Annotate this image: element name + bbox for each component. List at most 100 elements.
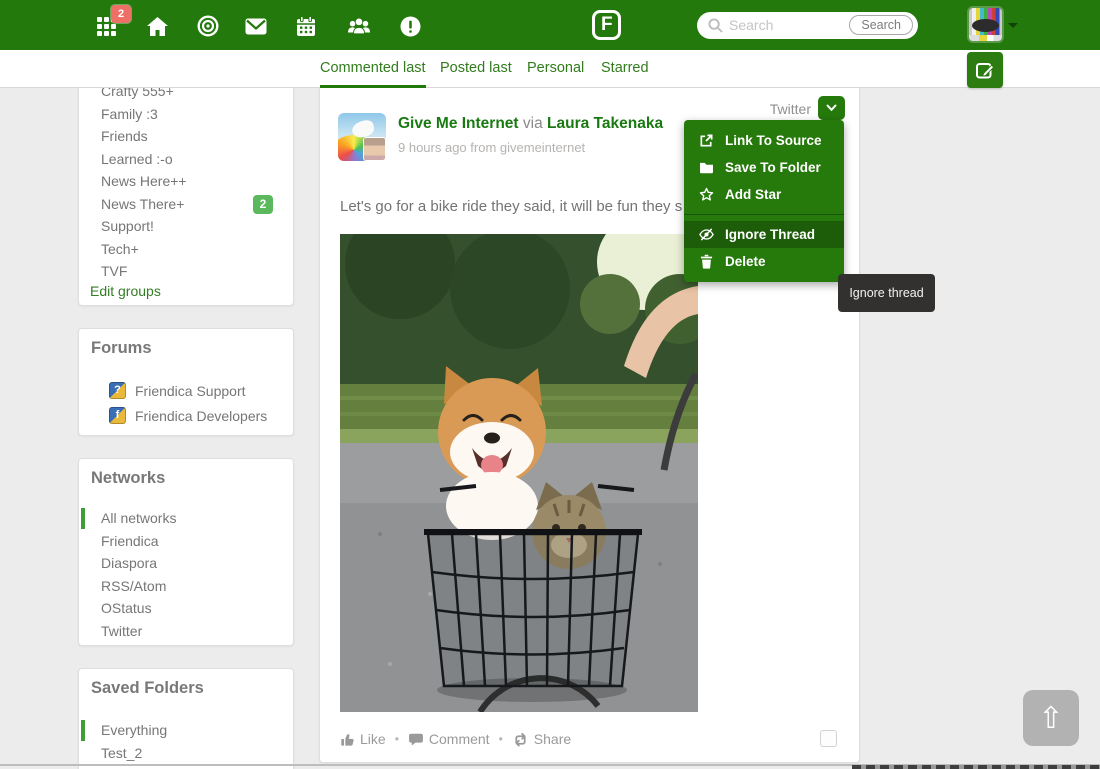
user-menu-caret-icon[interactable]: [1008, 23, 1018, 28]
scroll-to-top-button[interactable]: ⇧: [1023, 690, 1079, 746]
action-separator: •: [499, 732, 503, 746]
friendica-logo[interactable]: F: [592, 10, 621, 40]
network-item-all[interactable]: All networks: [79, 507, 293, 530]
home-icon[interactable]: [145, 14, 169, 38]
tab-personal[interactable]: Personal: [527, 50, 584, 88]
group-label: Tech+: [101, 241, 139, 257]
group-item-news-here[interactable]: News Here++: [79, 170, 293, 193]
post-select-checkbox[interactable]: [820, 730, 837, 747]
saved-folders-title: Saved Folders: [91, 679, 204, 698]
forum-label: Friendica Support: [135, 383, 246, 399]
share-button[interactable]: Share: [512, 731, 571, 747]
group-item-tech[interactable]: Tech+: [79, 238, 293, 261]
group-label: Friends: [101, 128, 148, 144]
like-label: Like: [360, 731, 386, 747]
share-label: Share: [534, 731, 571, 747]
network-item-rss[interactable]: RSS/Atom: [79, 575, 293, 598]
groups-panel: Crafty 555+ Family :3 Friends Learned :-…: [78, 56, 294, 306]
networks-panel: Networks All networks Friendica Diaspora…: [78, 458, 294, 646]
menu-item-add-star[interactable]: Add Star: [684, 181, 844, 208]
like-button[interactable]: Like: [340, 731, 386, 747]
eye-slash-icon: [699, 227, 714, 242]
menu-item-ignore-thread[interactable]: Ignore Thread: [684, 221, 844, 248]
top-navbar: 2: [0, 0, 1100, 50]
menu-item-label: Delete: [725, 254, 766, 269]
group-item-news-there[interactable]: News There+ 2: [79, 193, 293, 216]
stream-tabs: Commented last Posted last Personal Star…: [0, 50, 1100, 88]
group-label: Support!: [101, 218, 154, 234]
group-label: News Here++: [101, 173, 187, 189]
ignore-thread-tooltip: Ignore thread: [838, 274, 935, 312]
navbar-search: Search: [697, 12, 918, 39]
group-item-tvf[interactable]: TVF: [79, 260, 293, 283]
post-image[interactable]: [340, 234, 698, 712]
group-label: Family :3: [101, 106, 158, 122]
group-item-learned[interactable]: Learned :-o: [79, 148, 293, 171]
post-network-label: Twitter: [770, 101, 811, 117]
friendica-stream-page: Crafty 555+ Family :3 Friends Learned :-…: [0, 0, 1100, 769]
contacts-group-icon[interactable]: [347, 14, 371, 38]
tab-commented-last[interactable]: Commented last: [320, 50, 426, 88]
saved-folders-panel: Saved Folders Everything Test_2: [78, 668, 294, 769]
menu-item-save-to-folder[interactable]: Save To Folder: [684, 154, 844, 181]
events-calendar-icon[interactable]: [294, 14, 318, 38]
comment-label: Comment: [429, 731, 490, 747]
comment-icon: [408, 732, 424, 747]
forum-developers-icon: f: [109, 407, 126, 424]
forum-item-friendica-support[interactable]: ? Friendica Support: [109, 378, 246, 403]
external-link-icon: [699, 133, 714, 148]
network-label: Diaspora: [101, 555, 157, 571]
group-label: News There+: [101, 196, 184, 212]
post-action-bar: Like • Comment • Share: [340, 731, 571, 747]
post-author-avatar[interactable]: [338, 113, 386, 161]
edit-groups-link[interactable]: Edit groups: [90, 283, 161, 299]
menu-item-label: Ignore Thread: [725, 227, 815, 242]
search-submit-button[interactable]: Search: [849, 15, 913, 35]
folder-label: Test_2: [101, 745, 142, 761]
folder-item-test2[interactable]: Test_2: [79, 742, 293, 765]
group-label: Learned :-o: [101, 151, 173, 167]
folder-item-everything[interactable]: Everything: [79, 719, 293, 742]
thumbs-up-icon: [340, 732, 355, 747]
post-menu-button[interactable]: [818, 96, 845, 120]
forum-label: Friendica Developers: [135, 408, 267, 424]
network-bullseye-icon[interactable]: [196, 14, 220, 38]
group-item-support[interactable]: Support!: [79, 215, 293, 238]
group-label: TVF: [101, 263, 127, 279]
group-item-family[interactable]: Family :3: [79, 103, 293, 126]
tab-starred[interactable]: Starred: [601, 50, 649, 88]
tab-posted-last[interactable]: Posted last: [440, 50, 512, 88]
comment-button[interactable]: Comment: [408, 731, 490, 747]
network-label: Twitter: [101, 623, 142, 639]
group-item-friends[interactable]: Friends: [79, 125, 293, 148]
menu-item-label: Link To Source: [725, 133, 822, 148]
network-item-twitter[interactable]: Twitter: [79, 620, 293, 643]
forums-title: Forums: [91, 339, 152, 358]
up-arrow-icon: ⇧: [1038, 701, 1063, 736]
compose-post-button[interactable]: [967, 52, 1003, 88]
saved-folders-list: Everything Test_2: [79, 719, 293, 764]
menu-separator: [684, 214, 844, 215]
menu-item-link-to-source[interactable]: Link To Source: [684, 127, 844, 154]
post-byline: Give Me Internet via Laura Takenaka: [398, 115, 663, 133]
networks-title: Networks: [91, 469, 165, 488]
forum-support-icon: ?: [109, 382, 126, 399]
search-input[interactable]: [729, 13, 839, 37]
network-item-ostatus[interactable]: OStatus: [79, 597, 293, 620]
via-author-mini-avatar: [364, 138, 385, 160]
messages-envelope-icon[interactable]: [244, 14, 268, 38]
post-author-link[interactable]: Give Me Internet: [398, 115, 519, 132]
viewport-bottom-edge-detail: [852, 765, 1100, 769]
star-icon: [699, 187, 714, 202]
forum-item-friendica-developers[interactable]: f Friendica Developers: [109, 403, 267, 428]
network-label: All networks: [101, 510, 176, 526]
notifications-alert-icon[interactable]: [398, 14, 422, 38]
network-item-diaspora[interactable]: Diaspora: [79, 552, 293, 575]
via-label: via: [523, 115, 543, 132]
user-avatar[interactable]: [969, 8, 1002, 41]
forums-panel: Forums ? Friendica Support f Friendica D…: [78, 328, 294, 436]
menu-item-delete[interactable]: Delete: [684, 248, 844, 275]
via-author-link[interactable]: Laura Takenaka: [547, 115, 663, 132]
networks-list: All networks Friendica Diaspora RSS/Atom…: [79, 507, 293, 642]
network-item-friendica[interactable]: Friendica: [79, 530, 293, 553]
